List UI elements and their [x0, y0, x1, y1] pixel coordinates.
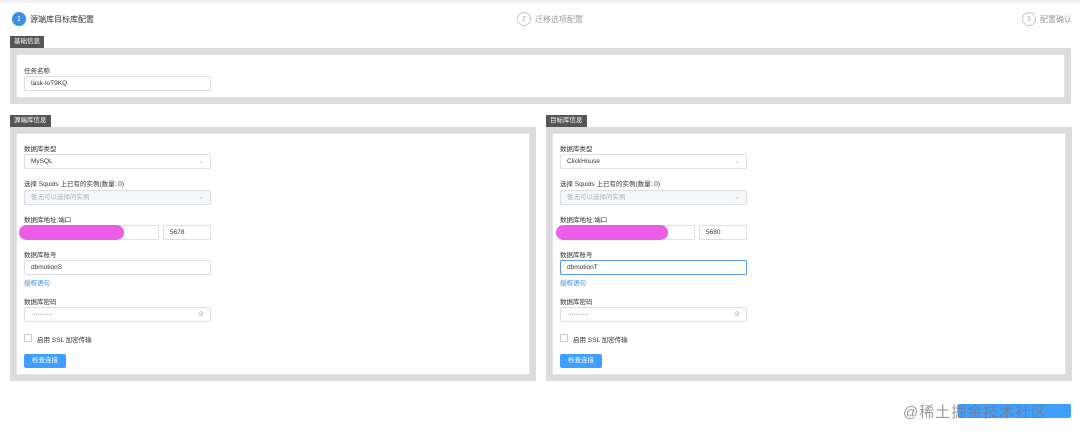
chevron-down-icon: ⌄ — [198, 194, 204, 201]
eye-off-icon[interactable]: ⊘ — [734, 308, 740, 321]
step-1: 1 源端库目标库配置 — [12, 12, 94, 26]
step-2: 2 迁移选项配置 — [517, 12, 583, 26]
target-authorize-link[interactable]: 授权语句 — [560, 277, 586, 287]
source-panel: 数据库类型 MySQL ⌄ 选择 Squids 上已有的实例(数量: 0) 暂无… — [16, 133, 530, 375]
source-instance-placeholder: 暂无可以选择的实例 — [31, 194, 90, 201]
source-account-input[interactable]: dbmotionS — [24, 260, 211, 275]
watermark: @稀土掘金技术社区 — [903, 404, 1048, 421]
step-2-label: 迁移选项配置 — [535, 14, 583, 24]
target-db-type-label: 数据库类型 — [560, 146, 593, 153]
target-ssl-label: 启用 SSL 加密传输 — [573, 337, 628, 344]
target-db-type-select[interactable]: ClickHouse ⌄ — [560, 154, 747, 169]
source-check-connection-button[interactable]: 检查连接 — [24, 354, 66, 368]
basic-info-tag: 基础信息 — [10, 36, 44, 48]
target-account-input[interactable]: dbmotionT — [560, 260, 747, 275]
source-ssl-label: 启用 SSL 加密传输 — [37, 337, 92, 344]
target-instance-label: 选择 Squids 上已有的实例(数量: 0) — [560, 181, 661, 188]
redacted-address — [19, 225, 124, 240]
source-account-label: 数据库账号 — [24, 252, 57, 259]
source-password-value: ·········· — [31, 311, 53, 318]
target-instance-placeholder: 暂无可以选择的实例 — [567, 194, 626, 201]
source-instance-label: 选择 Squids 上已有的实例(数量: 0) — [24, 181, 125, 188]
chevron-down-icon: ⌄ — [734, 158, 740, 165]
chevron-down-icon: ⌄ — [198, 158, 204, 165]
source-info-tag: 源端库信息 — [10, 115, 51, 127]
source-password-input[interactable]: ·········· ⊘ — [24, 307, 211, 322]
target-address-label: 数据库地址:端口 — [560, 217, 608, 224]
step-1-label: 源端库目标库配置 — [30, 14, 94, 24]
step-2-number: 2 — [517, 12, 531, 26]
eye-off-icon[interactable]: ⊘ — [198, 308, 204, 321]
basic-info-panel: 任务名称 task-loT9KQ — [16, 54, 1065, 98]
source-address-label: 数据库地址:端口 — [24, 217, 72, 224]
source-db-type-select[interactable]: MySQL ⌄ — [24, 154, 211, 169]
target-instance-select[interactable]: 暂无可以选择的实例 ⌄ — [560, 190, 747, 205]
source-port-input[interactable]: 5678 — [163, 225, 211, 240]
target-password-label: 数据库密码 — [560, 299, 593, 306]
task-name-input[interactable]: task-loT9KQ — [24, 76, 211, 91]
target-check-connection-button[interactable]: 检查连接 — [560, 354, 602, 368]
source-instance-select[interactable]: 暂无可以选择的实例 ⌄ — [24, 190, 211, 205]
step-3: 3 配置确认 — [1022, 12, 1072, 26]
target-port-input[interactable]: 5680 — [699, 225, 747, 240]
source-db-type-value: MySQL — [31, 158, 53, 165]
top-border — [0, 0, 1080, 3]
source-password-label: 数据库密码 — [24, 299, 57, 306]
target-db-type-value: ClickHouse — [567, 158, 600, 165]
task-name-label: 任务名称 — [24, 68, 50, 75]
target-info-tag: 目标库信息 — [546, 115, 587, 127]
source-db-type-label: 数据库类型 — [24, 146, 57, 153]
redacted-address — [556, 225, 668, 240]
target-ssl-checkbox[interactable] — [560, 334, 568, 342]
step-1-number: 1 — [12, 12, 26, 26]
target-password-value: ·········· — [567, 311, 589, 318]
source-ssl-checkbox[interactable] — [24, 334, 32, 342]
target-panel: 数据库类型 ClickHouse ⌄ 选择 Squids 上已有的实例(数量: … — [552, 133, 1066, 375]
step-3-number: 3 — [1022, 12, 1036, 26]
target-password-input[interactable]: ·········· ⊘ — [560, 307, 747, 322]
step-3-label: 配置确认 — [1040, 14, 1072, 24]
target-account-label: 数据库账号 — [560, 252, 593, 259]
source-authorize-link[interactable]: 授权语句 — [24, 277, 50, 287]
chevron-down-icon: ⌄ — [734, 194, 740, 201]
